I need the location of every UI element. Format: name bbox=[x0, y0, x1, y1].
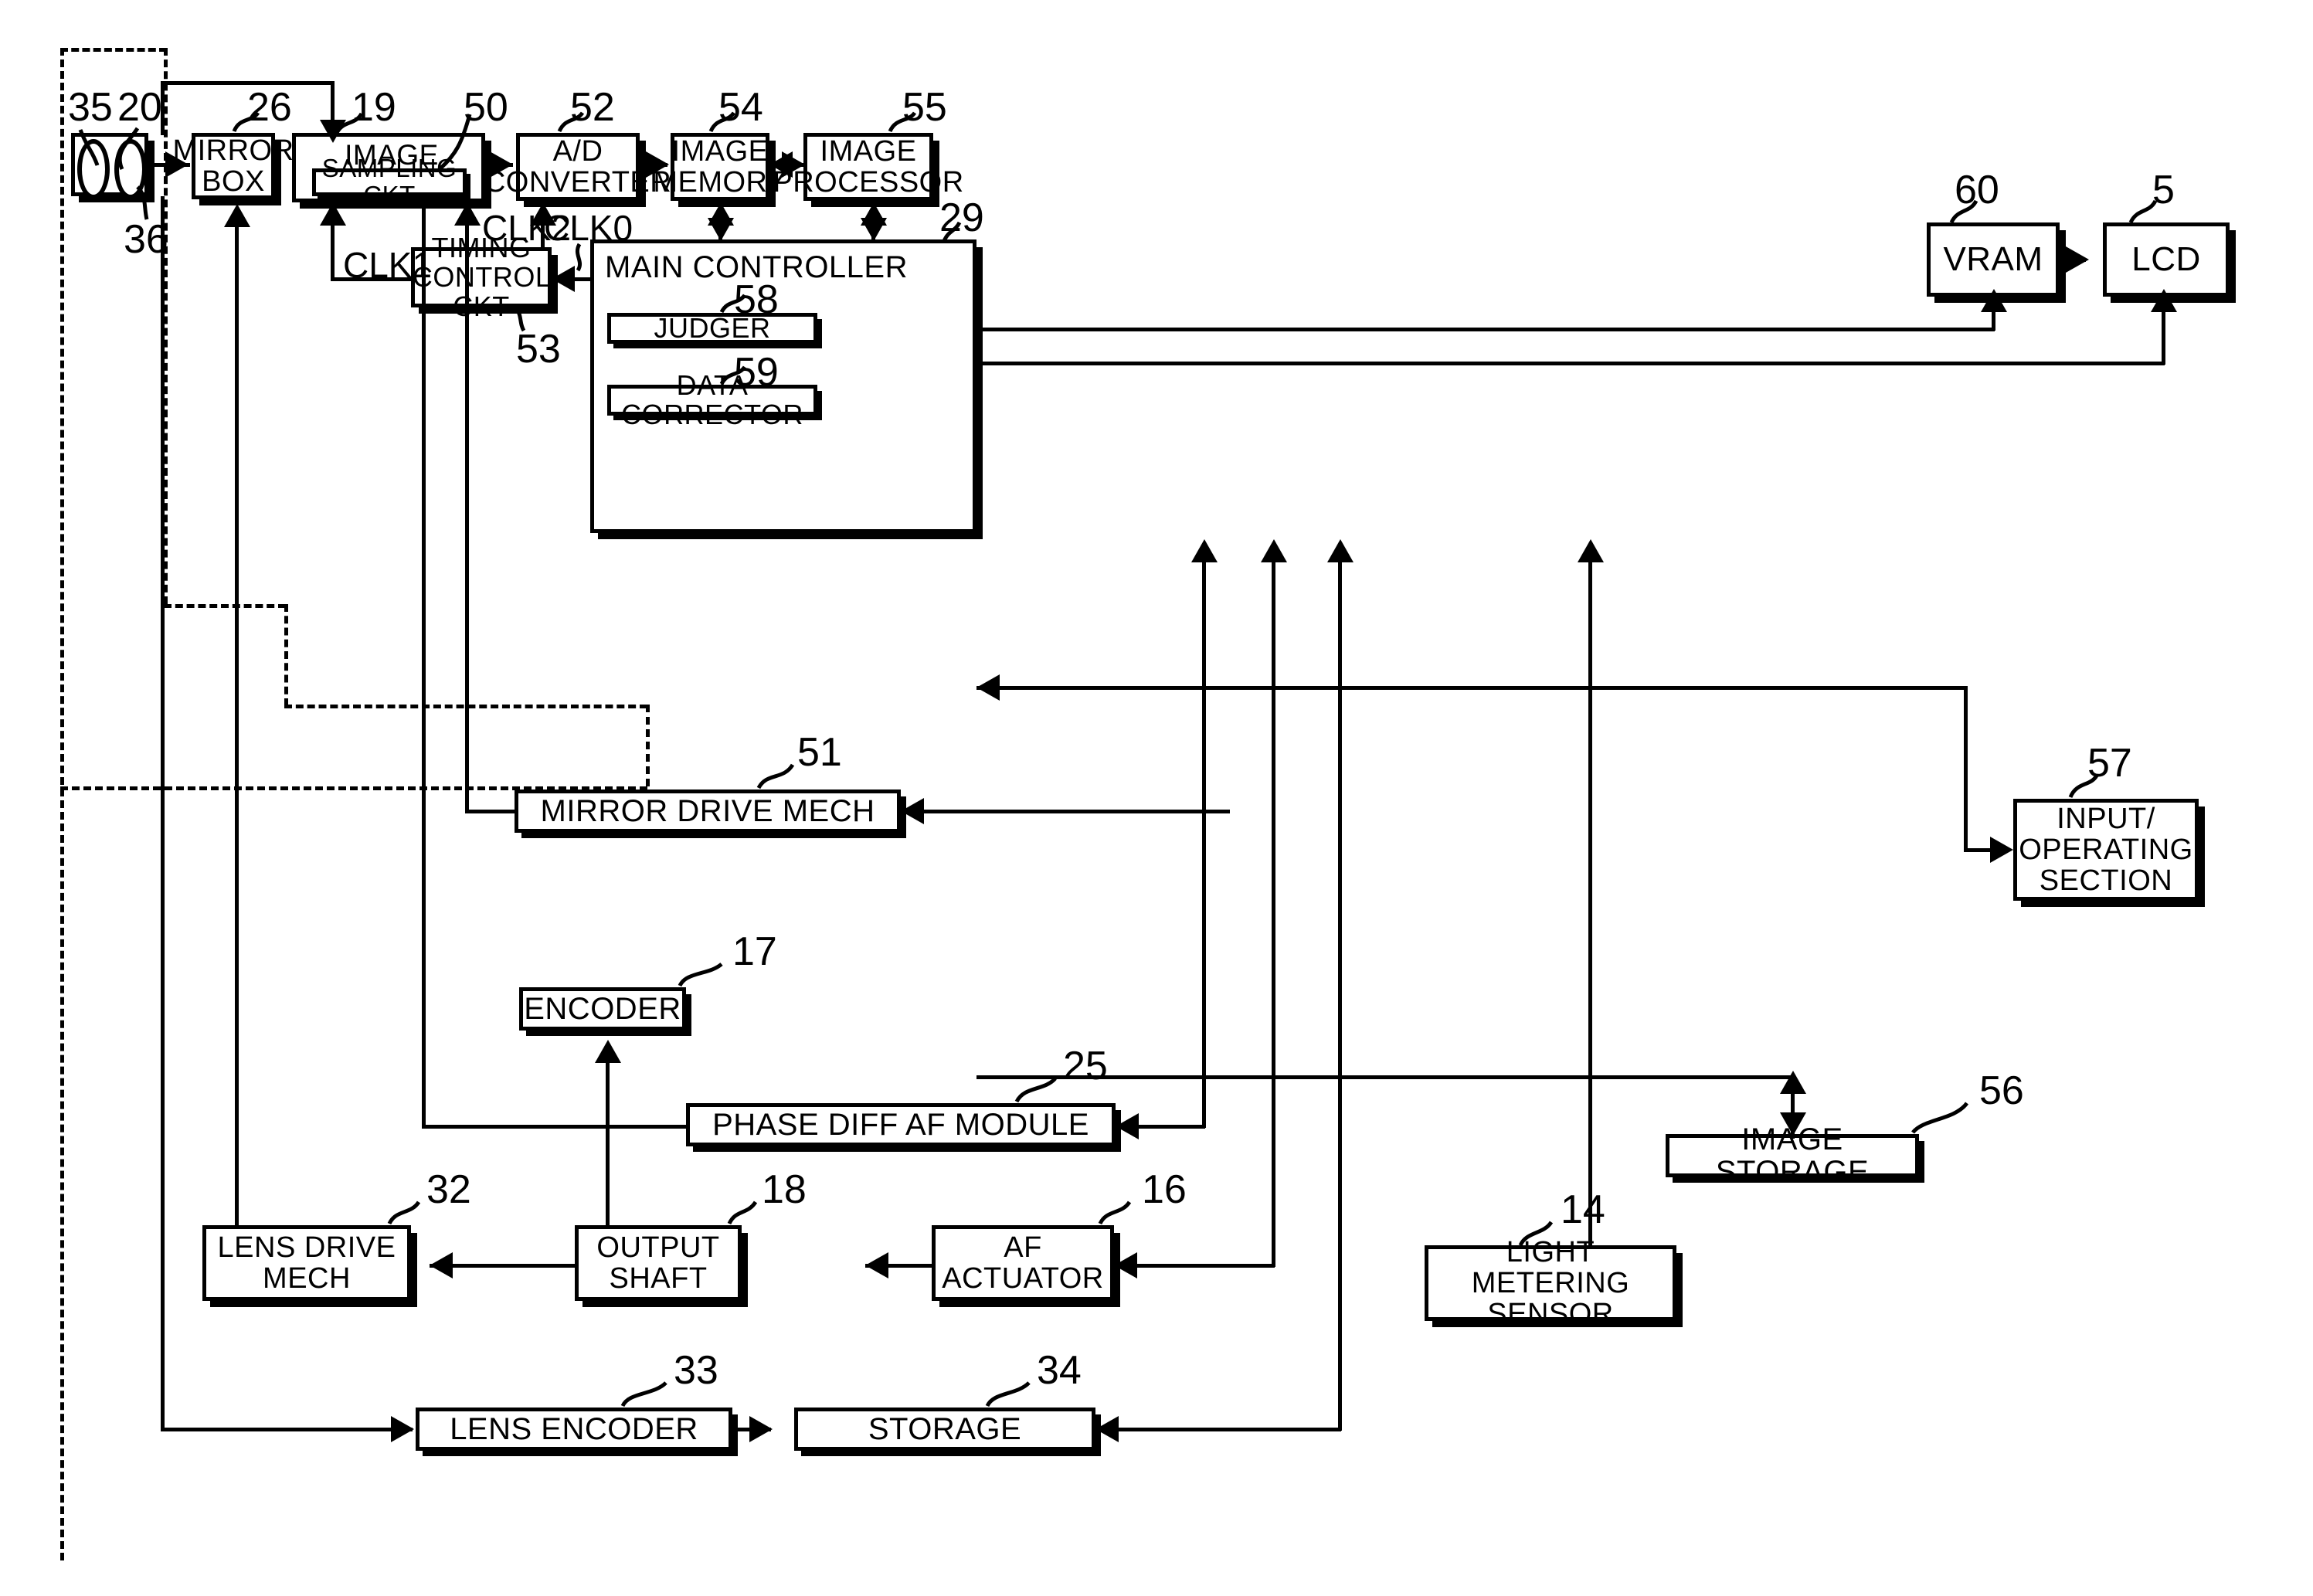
line-ctrl-to-storage-h bbox=[1095, 1428, 1341, 1431]
line-ctrl-to-storage-v bbox=[1338, 552, 1342, 1431]
figure-canvas: 35 20 36 MIRROR BOX 26 IMAGE SENSOR SAMP… bbox=[0, 0, 2313, 1596]
arrow-ctrl-to-storage bbox=[1095, 1416, 1119, 1442]
leader-34 bbox=[985, 1381, 1031, 1408]
arrow-imgstorage-down bbox=[1780, 1112, 1806, 1136]
arrow-lensencoder-to-storage bbox=[749, 1416, 773, 1442]
arrow-imgstorage-up bbox=[1780, 1071, 1806, 1094]
line-lightmeter-up bbox=[1588, 552, 1592, 1248]
arrow-storage-to-ctrl bbox=[1327, 539, 1353, 562]
arrow-lightmeter-to-ctrl bbox=[1578, 539, 1604, 562]
